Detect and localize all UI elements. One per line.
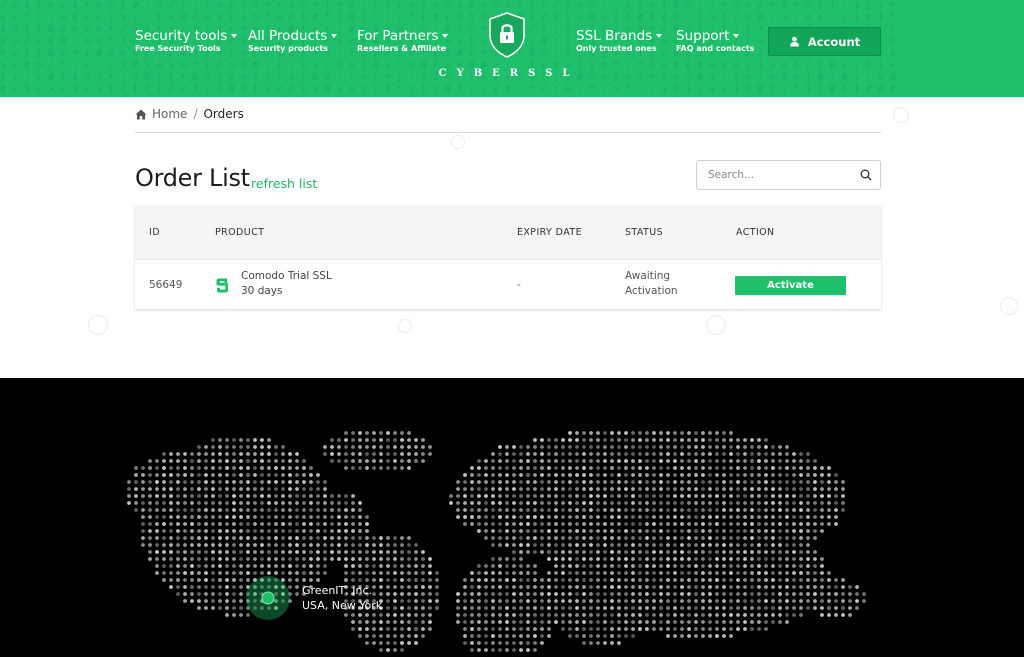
nav-ssl-brands-subtitle: Only trusted ones <box>576 44 657 53</box>
table-header: ID PRODUCT EXPIRY DATE STATUS ACTION <box>135 206 881 260</box>
page-title: Order List <box>135 164 250 192</box>
background-decoration <box>893 107 909 123</box>
status-line-1: Awaiting <box>625 270 671 282</box>
column-header-action: ACTION <box>736 227 775 238</box>
background-decoration <box>1000 297 1018 315</box>
refresh-list-link[interactable]: refresh list <box>251 176 317 191</box>
nav-support[interactable]: Support FAQ and contacts <box>676 28 754 54</box>
account-button-label: Account <box>807 34 861 49</box>
nav-ssl-brands-title: SSL Brands <box>576 28 653 44</box>
location-company: GreenIT, Inc. <box>302 584 373 597</box>
status-line-2: Activation <box>625 285 678 297</box>
caret-down-icon <box>231 34 238 38</box>
background-decoration <box>88 315 108 335</box>
caret-down-icon <box>442 34 449 38</box>
product-name: Comodo Trial SSL <box>241 270 332 282</box>
nav-all-products-subtitle: Security products <box>248 44 329 53</box>
site-header: /=1}>/1*=>}#;0/};{=/{0++1>+{>=;}{+>}=<1#… <box>0 0 1024 97</box>
breadcrumb: Home / Orders <box>135 107 244 121</box>
account-button[interactable]: Account <box>768 27 881 56</box>
expiry-date: - <box>517 279 521 291</box>
breadcrumb-separator: / <box>193 107 198 121</box>
location-place: USA, New York <box>302 599 383 612</box>
nav-security-tools-title: Security tools <box>135 28 228 44</box>
nav-ssl-brands[interactable]: SSL Brands Only trusted ones <box>576 28 663 54</box>
footer-world-map: GreenIT, Inc. USA, New York <box>0 378 1024 657</box>
nav-support-title: Support <box>676 28 730 44</box>
home-icon[interactable] <box>135 109 147 120</box>
background-decoration <box>398 319 412 333</box>
nav-for-partners-subtitle: Resellers & Affiliate <box>357 44 447 53</box>
table-row: 56649 Comodo Trial SSL 30 days - Awaitin… <box>135 261 881 309</box>
nav-all-products[interactable]: All Products Security products <box>248 28 338 54</box>
breadcrumb-home[interactable]: Home <box>152 107 187 121</box>
caret-down-icon <box>331 34 338 38</box>
nav-all-products-title: All Products <box>248 28 328 44</box>
breadcrumb-current: Orders <box>203 107 244 121</box>
activate-button[interactable]: Activate <box>735 276 846 295</box>
location-marker-icon[interactable] <box>261 591 275 605</box>
nav-for-partners[interactable]: For Partners Resellers & Affiliate <box>357 28 449 54</box>
world-dot-map <box>127 431 866 652</box>
nav-for-partners-title: For Partners <box>357 28 439 44</box>
nav-security-tools-subtitle: Free Security Tools <box>135 44 221 53</box>
orders-table: ID PRODUCT EXPIRY DATE STATUS ACTION 566… <box>135 206 881 309</box>
search-input[interactable] <box>697 161 852 189</box>
nav-support-subtitle: FAQ and contacts <box>676 44 755 53</box>
search-icon[interactable] <box>860 169 872 181</box>
user-icon <box>789 36 800 47</box>
breadcrumb-divider <box>135 132 881 133</box>
caret-down-icon <box>733 34 740 38</box>
shield-lock-icon[interactable] <box>486 11 528 59</box>
logo-wordmark[interactable]: CYBERSSL <box>433 68 585 79</box>
column-header-product: PRODUCT <box>215 227 265 238</box>
search-box <box>696 160 881 190</box>
location-label: GreenIT, Inc. USA, New York <box>302 583 382 613</box>
caret-down-icon <box>656 34 663 38</box>
nav-security-tools[interactable]: Security tools Free Security Tools <box>135 28 238 54</box>
background-decoration <box>706 315 726 335</box>
column-header-status: STATUS <box>625 227 664 238</box>
column-header-id: ID <box>149 227 160 238</box>
sectigo-s-icon <box>216 278 228 293</box>
product-term: 30 days <box>241 285 283 297</box>
order-id: 56649 <box>149 279 183 291</box>
column-header-expiry-date: EXPIRY DATE <box>517 227 582 238</box>
background-decoration <box>451 135 465 149</box>
main-content: Home / Orders Order List refresh list ID… <box>0 97 1024 378</box>
